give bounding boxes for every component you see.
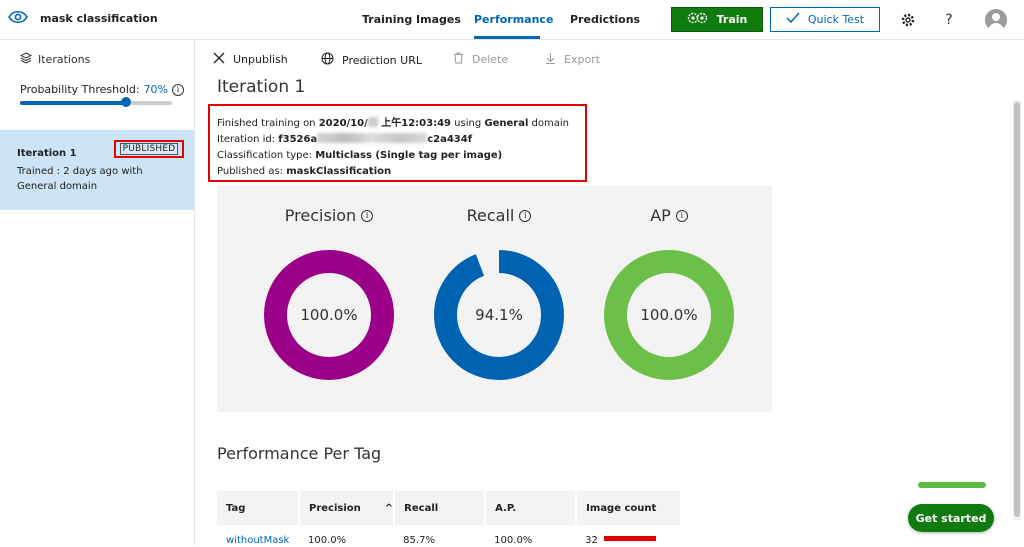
close-icon	[213, 52, 225, 67]
tag-ap: 100.0%	[494, 534, 533, 546]
layers-icon	[19, 52, 33, 67]
iteration-id-line: Iteration id: f3526a c2a434f	[217, 133, 473, 145]
column-header-image-count[interactable]: Image count	[576, 491, 683, 525]
classification-type-line: Classification type: Multiclass (Single …	[217, 150, 503, 161]
info-icon[interactable]: i	[675, 209, 688, 222]
threshold-slider-thumb[interactable]	[121, 97, 132, 107]
threshold-value: 70%	[143, 83, 169, 96]
iterations-heading: Iterations	[19, 52, 91, 67]
column-header-ap[interactable]: A.P.	[485, 491, 578, 525]
sort-ascending-icon[interactable]: ^	[385, 503, 393, 514]
active-tab-indicator	[474, 36, 540, 39]
recall-metric: Recall i 94.1%	[414, 186, 584, 412]
column-header-tag[interactable]: Tag	[217, 491, 300, 525]
train-button[interactable]: Train	[671, 7, 763, 32]
main-content: Unpublish Prediction URL Delete Export I…	[196, 40, 1013, 546]
toolbar: Unpublish Prediction URL Delete Export	[196, 40, 1013, 76]
tab-predictions[interactable]: Predictions	[570, 13, 640, 26]
globe-icon	[321, 52, 334, 68]
checkmark-icon	[786, 12, 800, 27]
info-icon[interactable]: i	[519, 209, 532, 222]
tag-image-count: 32	[576, 525, 681, 547]
precision-value: 100.0%	[300, 306, 358, 324]
train-label: Train	[716, 13, 748, 26]
trained-line-2: General domain	[17, 181, 98, 192]
recall-value: 94.1%	[475, 306, 523, 324]
table-header-row: Tag Precision ^ Recall A.P. Image count	[217, 491, 683, 525]
prediction-url-button[interactable]: Prediction URL	[321, 52, 422, 68]
project-name[interactable]: mask classification	[40, 12, 158, 25]
avatar[interactable]	[985, 9, 1007, 31]
quick-test-button[interactable]: Quick Test	[770, 7, 880, 32]
gears-icon	[687, 11, 709, 28]
redacted-blur	[367, 117, 378, 127]
iteration-title: Iteration 1	[217, 77, 306, 97]
column-header-recall[interactable]: Recall	[394, 491, 487, 525]
info-icon[interactable]: i	[172, 83, 185, 96]
tag-precision: 100.0%	[308, 534, 347, 546]
redaction-mark	[603, 535, 656, 541]
column-header-precision[interactable]: Precision ^	[299, 491, 396, 525]
published-badge: PUBLISHED	[119, 143, 179, 155]
threshold-label: Probability Threshold:	[20, 83, 140, 96]
finished-training-line: Finished training on 2020/10/ 上午12:03:49…	[217, 117, 570, 129]
performance-table: Tag Precision ^ Recall A.P. Image count w…	[217, 491, 683, 547]
gear-icon[interactable]	[899, 11, 917, 29]
get-started-button[interactable]: Get started	[908, 504, 994, 532]
trained-line-1: Trained : 2 days ago with	[17, 166, 143, 177]
scrollbar[interactable]	[1013, 100, 1021, 520]
prediction-url-label: Prediction URL	[342, 53, 422, 67]
tag-recall: 85.7%	[403, 534, 435, 546]
top-bar: mask classification Training Images Perf…	[0, 0, 1024, 40]
info-icon[interactable]: i	[361, 209, 374, 222]
precision-metric: Precision i 100.0%	[244, 186, 414, 412]
published-badge-highlight: PUBLISHED	[114, 140, 184, 158]
redacted-blur	[317, 133, 428, 143]
probability-threshold: Probability Threshold: 70% i	[20, 83, 185, 96]
tab-training-images[interactable]: Training Images	[362, 13, 461, 26]
ap-label: AP	[650, 206, 671, 225]
published-as-line: Published as: maskClassification	[217, 166, 392, 177]
scrollbar-thumb[interactable]	[1014, 102, 1020, 517]
help-icon[interactable]: ?	[940, 11, 958, 29]
threshold-slider[interactable]	[20, 97, 172, 107]
table-row: withoutMask 100.0% 85.7% 100.0% 32	[217, 525, 681, 547]
tag-link[interactable]: withoutMask	[217, 525, 299, 547]
tab-performance[interactable]: Performance	[474, 13, 553, 26]
quick-test-label: Quick Test	[807, 13, 865, 26]
recall-label: Recall	[466, 206, 515, 225]
download-icon	[545, 52, 556, 67]
export-button[interactable]: Export	[545, 52, 600, 67]
export-label: Export	[564, 53, 601, 66]
iteration-info-box: Finished training on 2020/10/ 上午12:03:49…	[208, 104, 587, 182]
threshold-slider-fill	[20, 101, 127, 105]
delete-button[interactable]: Delete	[453, 52, 508, 67]
eye-icon[interactable]	[8, 9, 28, 28]
trash-icon	[453, 52, 464, 67]
brand: mask classification	[8, 9, 158, 28]
metrics-panel: Precision i 100.0% Recall i 94.1% AP i 100.…	[217, 186, 772, 412]
unpublish-button[interactable]: Unpublish	[213, 52, 288, 67]
iteration-card[interactable]: Iteration 1 PUBLISHED Trained : 2 days a…	[0, 130, 194, 210]
ap-metric: AP i 100.0%	[584, 186, 754, 412]
iterations-heading-label: Iterations	[38, 53, 91, 66]
performance-per-tag-title: Performance Per Tag	[217, 444, 382, 463]
ap-value: 100.0%	[640, 306, 698, 324]
unpublish-label: Unpublish	[233, 53, 288, 66]
iteration-meta: Trained : 2 days ago with General domain	[17, 164, 157, 194]
precision-label: Precision	[284, 206, 357, 225]
get-started-progress	[918, 482, 986, 488]
iteration-name: Iteration 1	[17, 148, 77, 159]
iterations-sidebar: Iterations Probability Threshold: 70% i …	[0, 40, 195, 546]
delete-label: Delete	[472, 53, 509, 66]
